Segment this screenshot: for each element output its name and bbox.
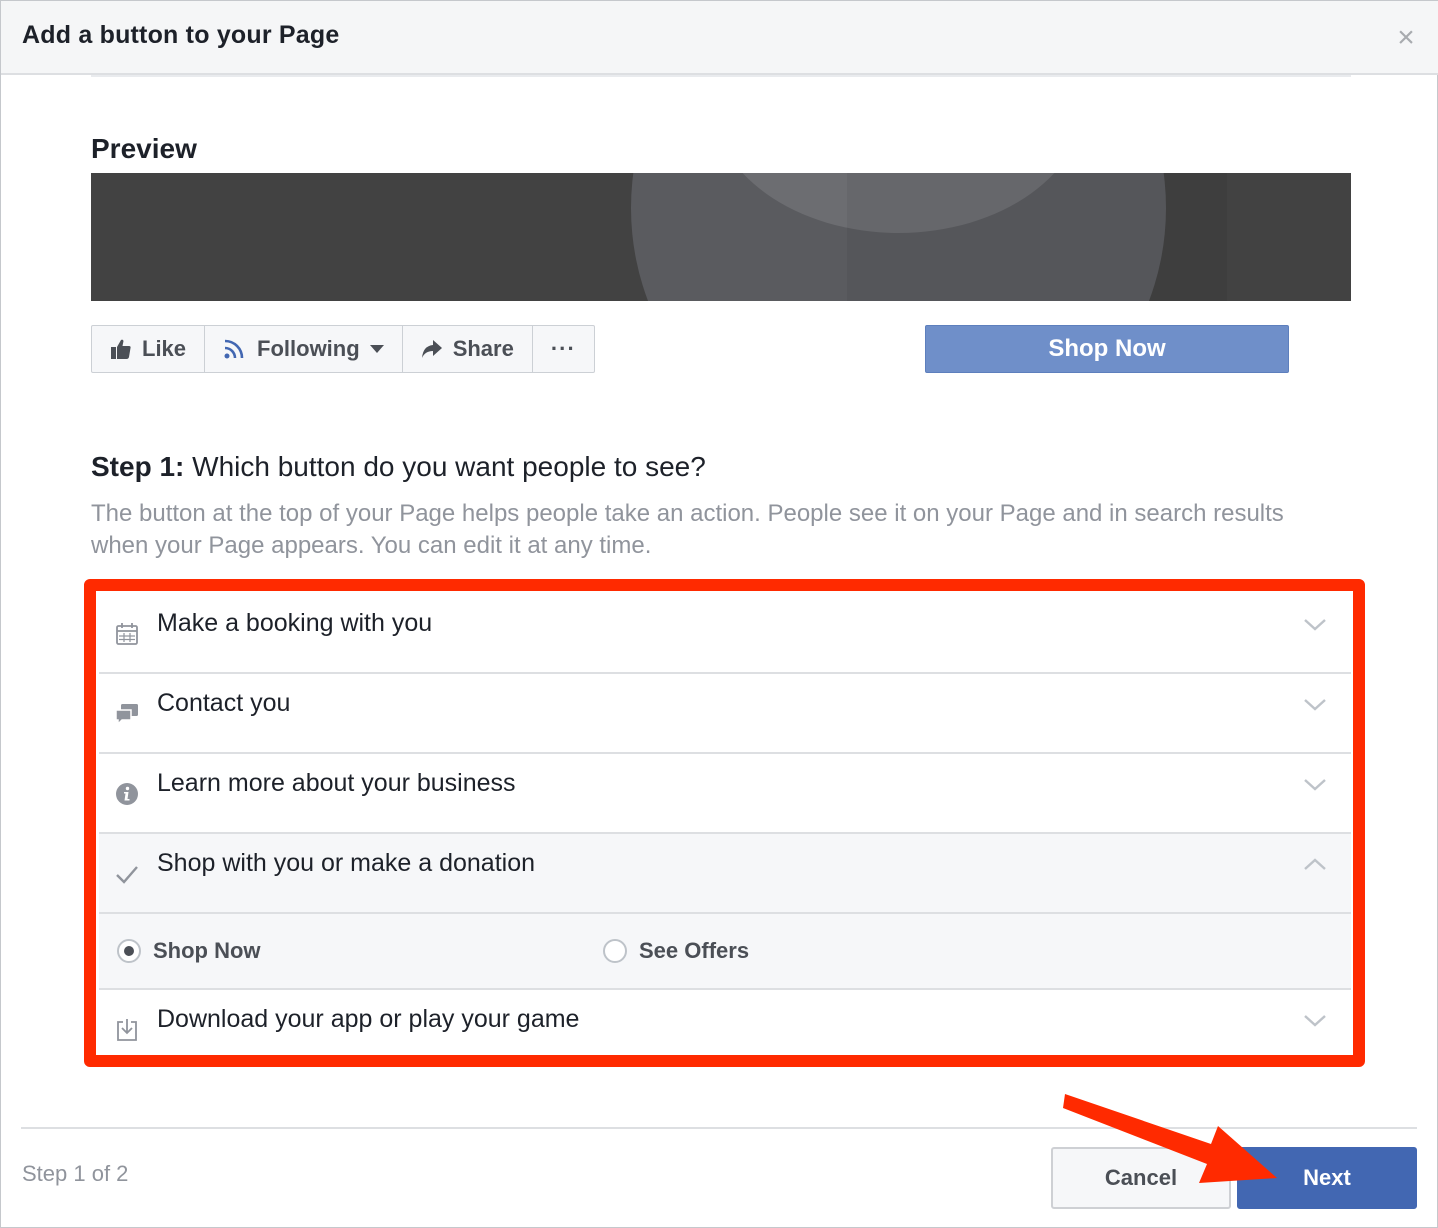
share-button[interactable]: Share xyxy=(403,326,533,372)
step-heading: Step 1: Which button do you want people … xyxy=(91,451,706,483)
like-label: Like xyxy=(142,336,187,361)
caret-down-icon xyxy=(369,345,384,353)
dialog-title: Add a button to your Page xyxy=(22,21,340,49)
next-button[interactable]: Next xyxy=(1237,1147,1417,1209)
share-label: Share xyxy=(452,336,514,361)
following-label: Following xyxy=(257,336,360,361)
footer-divider xyxy=(21,1127,1417,1129)
cover-shade xyxy=(847,173,1227,301)
cancel-button[interactable]: Cancel xyxy=(1051,1147,1231,1209)
cover-photo xyxy=(91,173,1351,301)
rss-icon xyxy=(224,339,244,359)
page-action-bar: Like Following Share ··· xyxy=(91,325,595,373)
dialog-header: Add a button to your Page × xyxy=(1,1,1438,75)
annotation-highlight-box xyxy=(84,579,1365,1067)
close-icon[interactable]: × xyxy=(1391,23,1421,53)
divider xyxy=(91,75,1351,77)
more-options-button[interactable]: ··· xyxy=(533,326,594,372)
preview-title: Preview xyxy=(91,133,197,164)
like-button[interactable]: Like xyxy=(92,326,206,372)
add-button-dialog: Add a button to your Page × Preview Like… xyxy=(0,0,1438,1228)
step-counter: Step 1 of 2 xyxy=(22,1161,129,1186)
thumbs-up-icon xyxy=(111,339,131,359)
step-number: Step 1: xyxy=(91,451,185,482)
share-arrow-icon xyxy=(421,340,442,358)
following-button[interactable]: Following xyxy=(205,326,403,372)
more-dots-icon: ··· xyxy=(550,336,576,361)
step-description: The button at the top of your Page helps… xyxy=(91,500,1284,559)
preview-cta-button[interactable]: Shop Now xyxy=(925,325,1289,373)
step-question: Which button do you want people to see? xyxy=(184,451,706,482)
